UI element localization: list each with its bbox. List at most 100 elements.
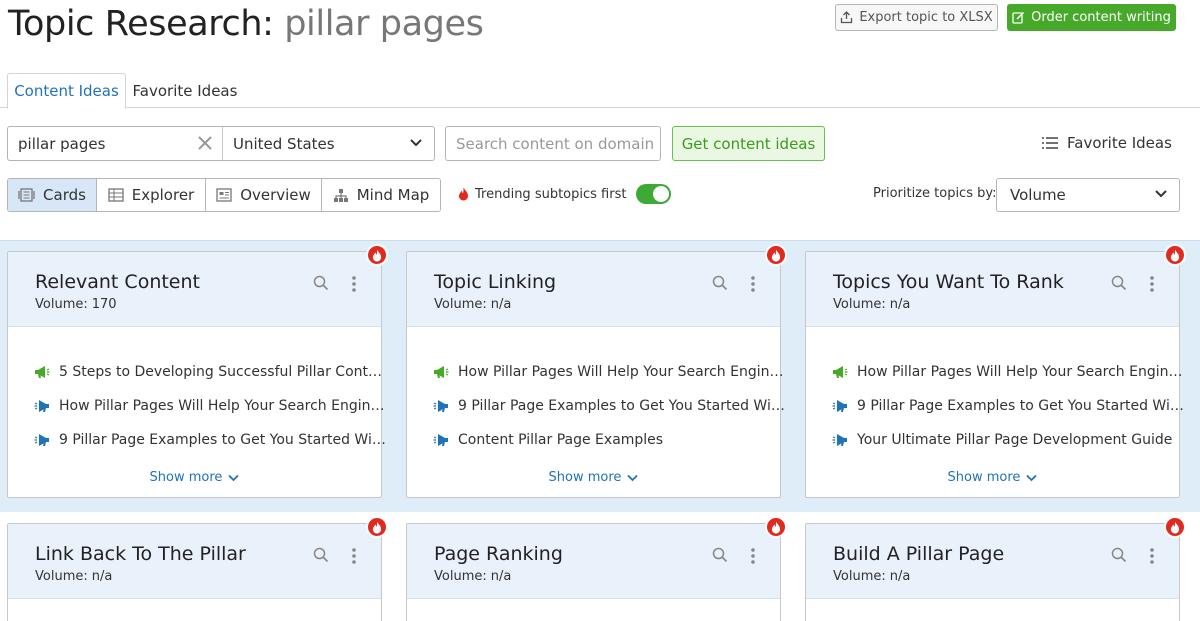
volume-label: Volume: [35, 569, 88, 584]
export-xlsx-button[interactable]: Export topic to XLSX [835, 4, 998, 31]
list-icon [1042, 137, 1058, 149]
trending-fire-icon [765, 516, 787, 538]
headline-item[interactable]: Your Ultimate Pillar Page Development Gu… [832, 423, 1184, 457]
megaphone-green-icon [35, 366, 50, 378]
get-content-ideas-button[interactable]: Get content ideas [672, 126, 825, 161]
topic-card-header: Topics You Want To Rank Volume: n/a [806, 252, 1179, 327]
headline-text: How Pillar Pages Will Help Your Search E… [458, 364, 784, 380]
domain-search-input[interactable]: Search content on domain [445, 126, 661, 161]
country-select[interactable]: United States [223, 127, 434, 160]
headline-list: How Pillar Pages Will Help Your Search E… [433, 355, 785, 457]
show-more-label: Show more [548, 470, 622, 485]
show-more-button[interactable]: Show more [806, 470, 1179, 485]
trending-fire-icon [765, 244, 787, 266]
more-options-icon[interactable] [750, 547, 756, 565]
topic-card[interactable]: Topics You Want To Rank Volume: n/a How P… [805, 251, 1184, 498]
topic-card[interactable]: Link Back To The Pillar Volume: n/a [7, 523, 382, 621]
headline-list: 5 Steps to Developing Successful Pillar … [34, 355, 386, 457]
headline-item[interactable]: 9 Pillar Page Examples to Get You Starte… [832, 389, 1184, 423]
topic-card[interactable]: Page Ranking Volume: n/a [406, 523, 781, 621]
more-options-icon[interactable] [351, 275, 357, 293]
export-xlsx-label: Export topic to XLSX [859, 10, 993, 25]
topic-card-volume: Volume: n/a [35, 569, 112, 584]
megaphone-green-icon [434, 366, 449, 378]
page-title: Topic Research: pillar pages [8, 4, 484, 44]
search-icon[interactable] [712, 547, 728, 563]
megaphone-blue-icon [34, 434, 49, 446]
volume-value: n/a [490, 569, 512, 584]
view-explorer-button[interactable]: Explorer [97, 179, 206, 211]
toggle-knob [653, 186, 670, 202]
megaphone-blue-icon [832, 400, 847, 412]
show-more-button[interactable]: Show more [407, 470, 780, 485]
fire-icon [459, 187, 468, 201]
headline-text: How Pillar Pages Will Help Your Search E… [59, 398, 385, 414]
clear-icon[interactable] [196, 134, 214, 152]
headline-item[interactable]: 5 Steps to Developing Successful Pillar … [34, 355, 386, 389]
show-more-button[interactable]: Show more [8, 470, 381, 485]
headline-text: 9 Pillar Page Examples to Get You Starte… [458, 398, 785, 414]
search-icon[interactable] [313, 547, 329, 563]
view-overview-button[interactable]: Overview [206, 179, 322, 211]
favorite-ideas-link[interactable]: Favorite Ideas [1042, 134, 1172, 152]
volume-label: Volume: [833, 297, 886, 312]
headline-item[interactable]: 9 Pillar Page Examples to Get You Starte… [34, 423, 386, 457]
table-icon [108, 188, 124, 202]
cards-icon [18, 188, 35, 202]
more-options-icon[interactable] [351, 547, 357, 565]
volume-label: Volume: [35, 297, 88, 312]
headline-item[interactable]: How Pillar Pages Will Help Your Search E… [433, 355, 785, 389]
view-overview-label: Overview [240, 186, 311, 204]
megaphone-blue-icon [832, 434, 847, 446]
page-title-topic: pillar pages [284, 4, 484, 44]
topic-card-header: Relevant Content Volume: 170 [8, 252, 381, 327]
overview-icon [216, 188, 232, 202]
show-more-label: Show more [149, 470, 223, 485]
headline-list: How Pillar Pages Will Help Your Search E… [832, 355, 1184, 457]
tab-favorite-ideas[interactable]: Favorite Ideas [126, 73, 244, 108]
volume-label: Volume: [434, 569, 487, 584]
view-explorer-label: Explorer [131, 186, 195, 204]
chevron-down-icon [627, 474, 639, 481]
tab-content-ideas[interactable]: Content Ideas [7, 73, 126, 109]
topic-card[interactable]: Build A Pillar Page Volume: n/a [805, 523, 1180, 621]
search-icon[interactable] [313, 275, 329, 291]
trending-subtopics-toggle[interactable] [636, 184, 672, 204]
view-cards-button[interactable]: Cards [8, 179, 97, 211]
topic-card-title: Topic Linking [434, 271, 557, 293]
more-options-icon[interactable] [750, 275, 756, 293]
more-options-icon[interactable] [1149, 275, 1155, 293]
keyword-input[interactable]: pillar pages [8, 127, 223, 160]
search-icon[interactable] [1111, 275, 1127, 291]
trending-fire-icon [1164, 516, 1186, 538]
volume-value: n/a [490, 297, 512, 312]
topic-card[interactable]: Topic Linking Volume: n/a How Pillar Page… [406, 251, 785, 498]
topic-card[interactable]: Relevant Content Volume: 170 5 Steps to D… [7, 251, 386, 498]
order-content-writing-button[interactable]: Order content writing [1007, 4, 1176, 31]
megaphone-blue-icon [433, 434, 448, 446]
volume-value: n/a [91, 569, 113, 584]
megaphone-green-icon [833, 366, 848, 378]
headline-item[interactable]: How Pillar Pages Will Help Your Search E… [34, 389, 386, 423]
headline-item[interactable]: Content Pillar Page Examples [433, 423, 785, 457]
view-mind-map-button[interactable]: Mind Map [322, 179, 440, 211]
headline-item[interactable]: How Pillar Pages Will Help Your Search E… [832, 355, 1184, 389]
volume-label: Volume: [833, 569, 886, 584]
volume-value: n/a [889, 297, 911, 312]
headline-item[interactable]: 9 Pillar Page Examples to Get You Starte… [433, 389, 785, 423]
keyword-input-value: pillar pages [18, 134, 106, 153]
headline-text: 5 Steps to Developing Successful Pillar … [59, 364, 383, 380]
topic-card-title: Page Ranking [434, 543, 563, 565]
trending-subtopics-label: Trending subtopics first [475, 186, 627, 202]
more-options-icon[interactable] [1149, 547, 1155, 565]
search-icon[interactable] [712, 275, 728, 291]
search-icon[interactable] [1111, 547, 1127, 563]
trending-fire-icon [366, 244, 388, 266]
view-cards-label: Cards [43, 186, 86, 204]
topic-card-header: Build A Pillar Page Volume: n/a [806, 524, 1179, 599]
chevron-down-icon [228, 474, 240, 481]
prioritize-label: Prioritize topics by: [873, 186, 997, 201]
prioritize-select[interactable]: Volume [996, 178, 1180, 212]
megaphone-blue-icon [433, 400, 448, 412]
volume-value: 170 [91, 297, 117, 312]
